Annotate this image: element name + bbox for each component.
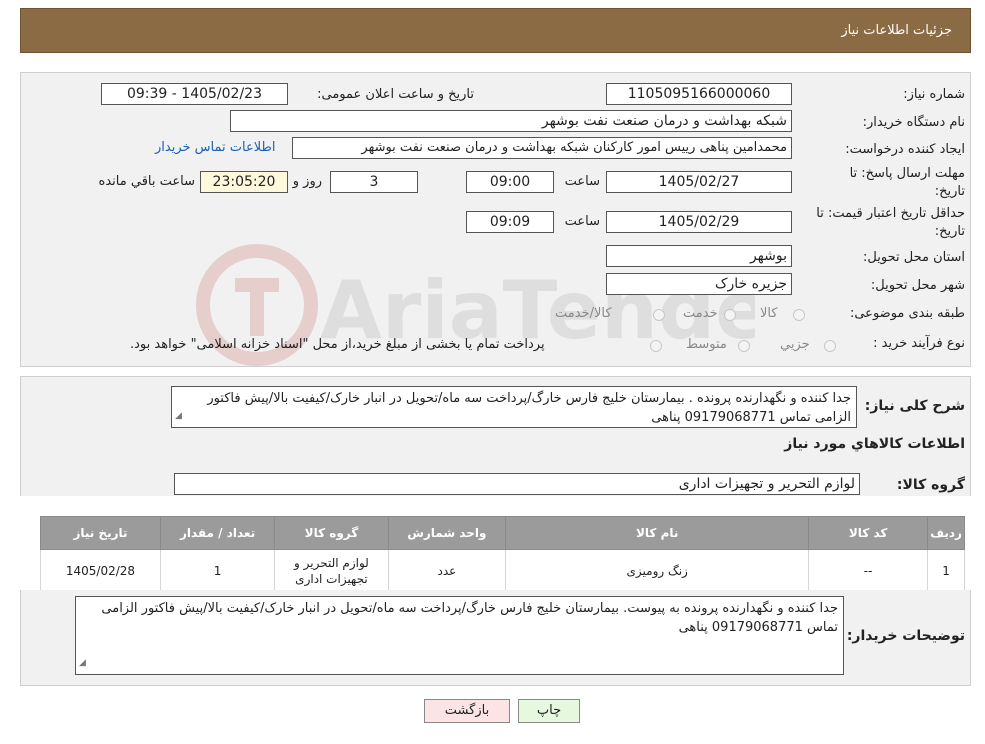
cell-index: 1	[927, 549, 965, 593]
cell-group: لوازم التحریر و تجهیزات اداری	[274, 549, 389, 593]
buyer-label: نام دستگاه خریدار:	[862, 115, 965, 130]
back-button[interactable]: بازگشت	[424, 699, 510, 723]
description-text: جدا کننده و نگهدارنده پرونده . بیمارستان…	[207, 391, 851, 425]
col-code: کد کالا	[808, 516, 929, 550]
deadline-time-field: 09:00	[466, 171, 554, 193]
category-goods-service-label: کالا/خدمت	[555, 306, 612, 321]
days-field: 3	[330, 171, 418, 193]
need-number-label: شماره نیاز:	[903, 87, 965, 102]
col-group: گروه کالا	[274, 516, 389, 550]
col-index: ردیف	[927, 516, 965, 550]
category-goods-label: کالا	[760, 306, 778, 321]
goods-group-label: گروه کالا:	[896, 477, 965, 493]
process-radio-medium[interactable]	[738, 340, 750, 352]
process-radio-small[interactable]	[824, 340, 836, 352]
province-field: بوشهر	[606, 245, 792, 267]
cell-qty: 1	[159, 549, 276, 593]
buyer-notes-label: توضیحات خریدار:	[846, 628, 965, 644]
col-date: تاریخ نیاز	[40, 516, 161, 550]
process-medium-label: متوسط	[686, 337, 727, 352]
validity-date-field: 1405/02/29	[606, 211, 792, 233]
deadline-label-2: تاریخ:	[934, 184, 965, 199]
page-title: جزئیات اطلاعات نیاز	[841, 23, 952, 38]
days-label: روز و	[292, 174, 322, 189]
cell-unit: عدد	[387, 549, 507, 593]
category-radio-goods-service[interactable]	[653, 309, 665, 321]
goods-group-field: لوازم التحریر و تجهیزات اداری	[174, 473, 860, 495]
announce-label: تاریخ و ساعت اعلان عمومی:	[317, 87, 474, 102]
deadline-label: مهلت ارسال پاسخ: تا	[849, 166, 965, 181]
category-radio-service[interactable]	[724, 309, 736, 321]
requester-field: محمدامین پناهی رییس امور کارکنان شبکه به…	[292, 137, 792, 159]
print-button[interactable]: چاپ	[518, 699, 580, 723]
goods-section-title: اطلاعات کالاهاي مورد نياز	[784, 436, 965, 452]
description-textarea[interactable]: جدا کننده و نگهدارنده پرونده . بیمارستان…	[171, 386, 857, 428]
resize-grip-icon[interactable]: ◢	[175, 407, 182, 426]
deadline-date-field: 1405/02/27	[606, 171, 792, 193]
category-label: طبقه بندی موضوعی:	[849, 306, 965, 321]
buyer-contact-link[interactable]: اطلاعات تماس خریدار	[155, 140, 275, 155]
remaining-time-field: 23:05:20	[200, 171, 288, 193]
col-unit: واحد شمارش	[387, 516, 507, 550]
validity-time-field: 09:09	[466, 211, 554, 233]
cell-name: زنگ رومیزی	[505, 549, 810, 593]
province-label: استان محل تحویل:	[863, 250, 965, 265]
process-label: نوع فرآیند خرید :	[873, 336, 965, 351]
col-qty: تعداد / مقدار	[159, 516, 276, 550]
city-label: شهر محل تحویل:	[870, 278, 965, 293]
description-label: شرح کلی نیاز:	[864, 398, 965, 414]
goods-table: ردیف کد کالا نام کالا واحد شمارش گروه کا…	[40, 516, 965, 593]
validity-label-2: تاریخ:	[934, 224, 965, 239]
col-name: نام کالا	[505, 516, 810, 550]
requester-label: ایجاد کننده درخواست:	[845, 142, 965, 157]
cell-date: 1405/02/28	[40, 549, 161, 593]
process-small-label: جزیي	[780, 337, 810, 352]
buyer-notes-textarea[interactable]: جدا کننده و نگهدارنده پرونده به پیوست. ب…	[75, 596, 844, 675]
goods-table-header: ردیف کد کالا نام کالا واحد شمارش گروه کا…	[40, 516, 965, 550]
resize-grip-icon[interactable]: ◢	[79, 654, 86, 673]
buyer-field: شبکه بهداشت و درمان صنعت نفت بوشهر	[230, 110, 792, 132]
category-radio-goods[interactable]	[793, 309, 805, 321]
process-treasury-note: پرداخت تمام یا بخشی از مبلغ خرید،از محل …	[130, 337, 545, 352]
process-radio-treasury[interactable]	[650, 340, 662, 352]
validity-time-label: ساعت	[564, 214, 600, 229]
category-service-label: خدمت	[683, 306, 718, 321]
deadline-time-label: ساعت	[564, 174, 600, 189]
validity-label: حداقل تاریخ اعتبار قیمت: تا	[816, 206, 965, 221]
buyer-notes-text: جدا کننده و نگهدارنده پرونده به پیوست. ب…	[101, 601, 838, 635]
page-header: جزئیات اطلاعات نیاز	[20, 8, 971, 53]
remaining-label: ساعت باقي مانده	[98, 174, 195, 189]
city-field: جزیره خارک	[606, 273, 792, 295]
cell-code: --	[808, 549, 929, 593]
table-row: 1 -- زنگ رومیزی عدد لوازم التحریر و تجهی…	[40, 549, 965, 593]
announce-field: 1405/02/23 - 09:39	[101, 83, 288, 105]
need-number-field: 1105095166000060	[606, 83, 792, 105]
